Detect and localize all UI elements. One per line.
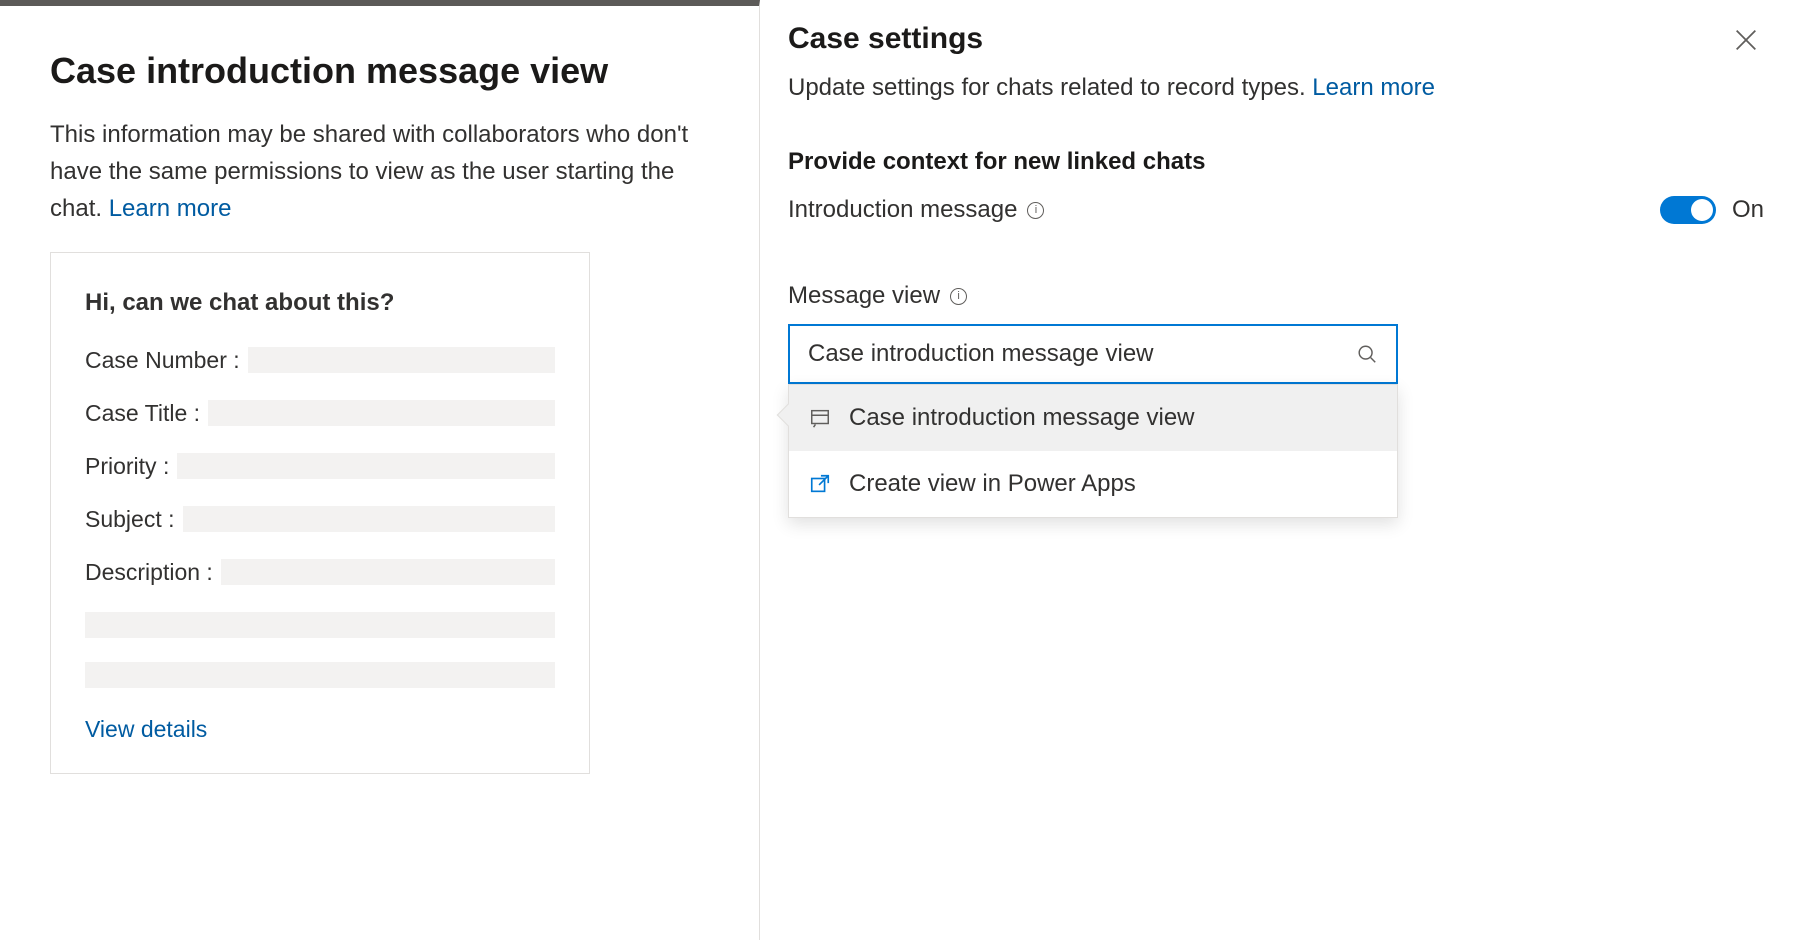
open-external-icon <box>809 473 831 495</box>
close-icon <box>1732 26 1760 54</box>
placeholder-bar <box>221 559 555 585</box>
learn-more-link[interactable]: Learn more <box>109 195 232 222</box>
intro-message-label-wrap: Introduction message i <box>788 196 1044 224</box>
intro-message-row: Introduction message i On <box>788 196 1764 224</box>
section-heading: Provide context for new linked chats <box>788 148 1764 176</box>
message-view-dropdown: Case introduction message view Create vi… <box>788 384 1398 518</box>
toggle-state-label: On <box>1732 196 1764 224</box>
preview-greeting: Hi, can we chat about this? <box>85 289 555 317</box>
label-description: Description : <box>85 559 213 586</box>
settings-panel: Case settings Update settings for chats … <box>760 0 1800 940</box>
field-row-case-title: Case Title : <box>85 400 555 427</box>
view-details-link[interactable]: View details <box>85 716 555 743</box>
close-button[interactable] <box>1732 26 1760 54</box>
message-view-input[interactable] <box>788 324 1398 384</box>
root-layout: Case introduction message view This info… <box>0 0 1800 940</box>
preview-description: This information may be shared with coll… <box>50 116 700 228</box>
settings-learn-more-link[interactable]: Learn more <box>1312 74 1435 101</box>
info-icon[interactable]: i <box>950 288 967 305</box>
label-priority: Priority : <box>85 453 169 480</box>
placeholder-bar <box>177 453 555 479</box>
preview-panel: Case introduction message view This info… <box>0 0 760 940</box>
settings-title: Case settings <box>788 22 1764 56</box>
label-subject: Subject : <box>85 506 175 533</box>
message-preview-card: Hi, can we chat about this? Case Number … <box>50 252 590 774</box>
label-case-number: Case Number : <box>85 347 240 374</box>
field-row-priority: Priority : <box>85 453 555 480</box>
label-case-title: Case Title : <box>85 400 200 427</box>
message-view-lookup <box>788 324 1398 384</box>
dropdown-option-create-view[interactable]: Create view in Power Apps <box>789 451 1397 517</box>
placeholder-bar <box>248 347 555 373</box>
dropdown-option-case-intro-view[interactable]: Case introduction message view <box>789 385 1397 451</box>
settings-description: Update settings for chats related to rec… <box>788 74 1764 102</box>
settings-description-text: Update settings for chats related to rec… <box>788 74 1312 101</box>
placeholder-bar <box>85 662 555 688</box>
dropdown-option-label: Create view in Power Apps <box>849 470 1136 498</box>
field-row-subject: Subject : <box>85 506 555 533</box>
info-icon[interactable]: i <box>1027 202 1044 219</box>
intro-message-toggle-wrap: On <box>1660 196 1764 224</box>
message-view-label-wrap: Message view i <box>788 282 1764 310</box>
preview-title: Case introduction message view <box>50 50 711 92</box>
intro-message-label: Introduction message <box>788 196 1017 224</box>
message-view-label: Message view <box>788 282 940 310</box>
field-row-case-number: Case Number : <box>85 347 555 374</box>
field-row-description: Description : <box>85 559 555 586</box>
placeholder-bar <box>208 400 555 426</box>
placeholder-bar <box>183 506 556 532</box>
placeholder-bar <box>85 612 555 638</box>
dropdown-option-label: Case introduction message view <box>849 404 1195 432</box>
view-icon <box>809 407 831 429</box>
toggle-thumb <box>1691 199 1713 221</box>
intro-message-toggle[interactable] <box>1660 196 1716 224</box>
